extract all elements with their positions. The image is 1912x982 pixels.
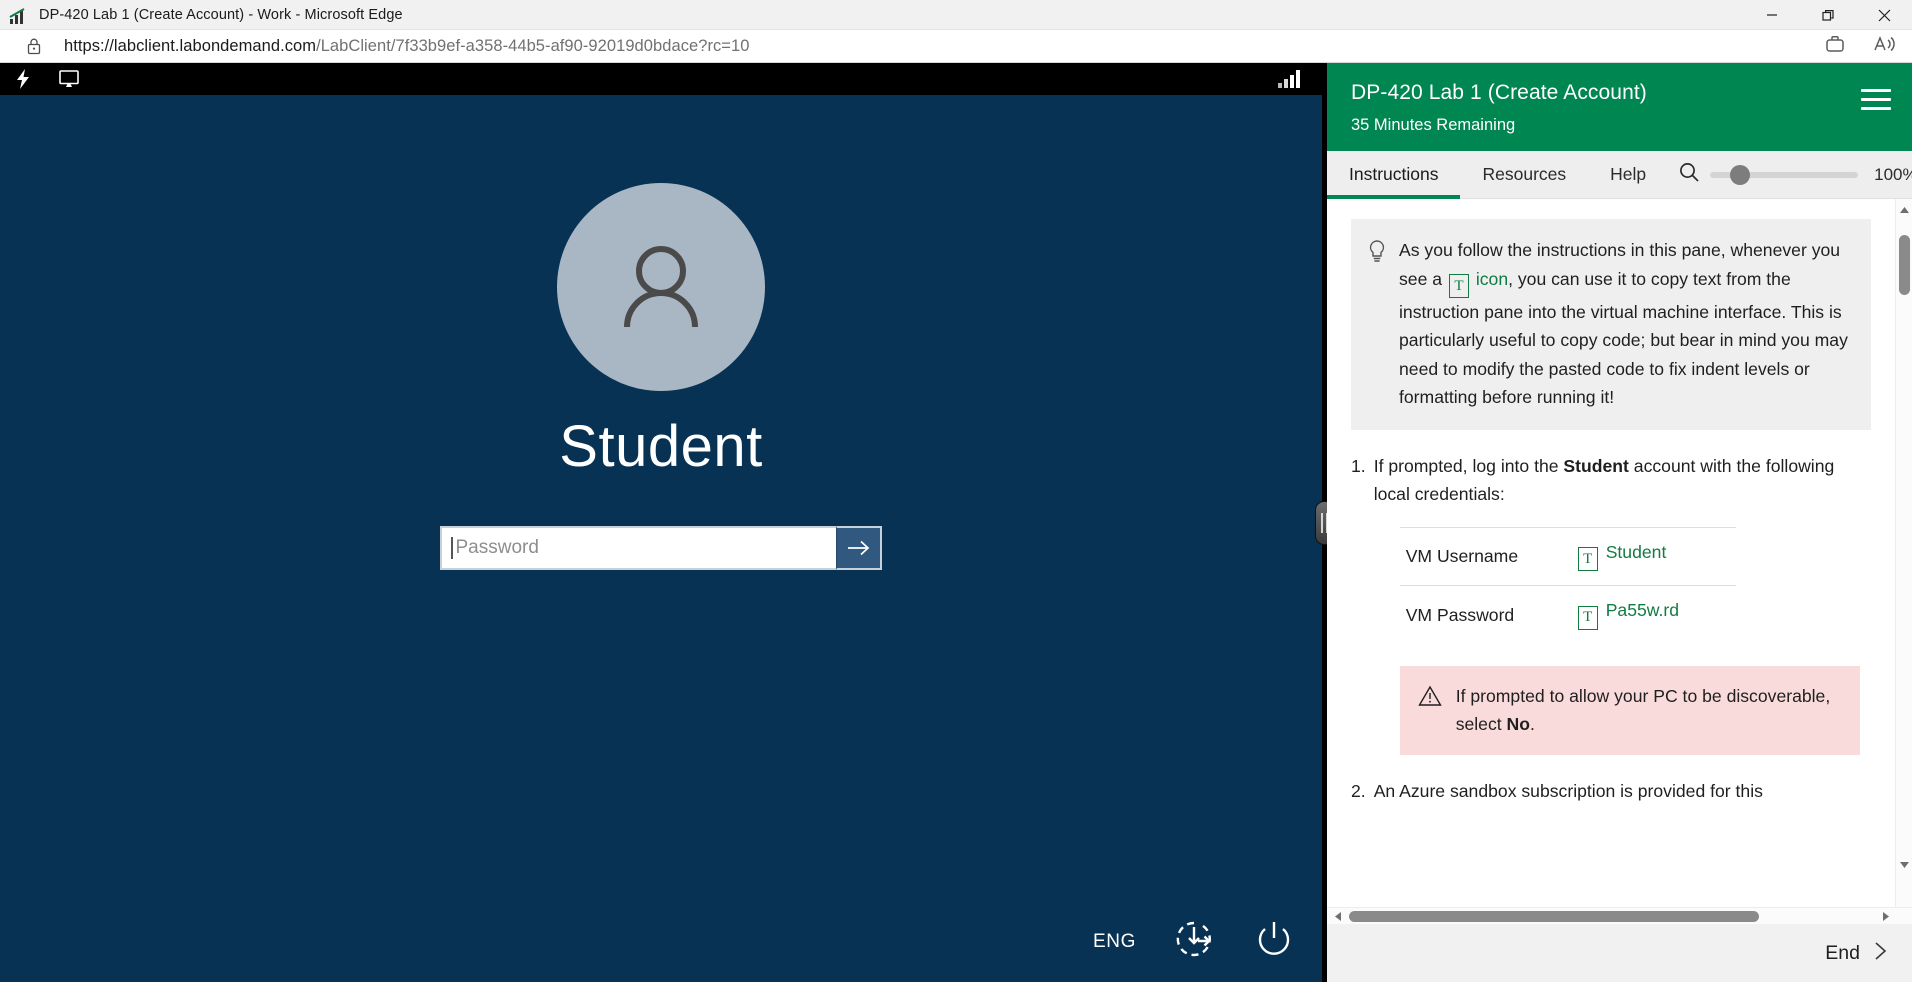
tab-help-label: Help: [1610, 164, 1647, 184]
scroll-right-arrow-icon[interactable]: [1877, 908, 1894, 925]
cred-value-username: T Student: [1569, 526, 1736, 586]
zoom-level-label: 100%: [1874, 164, 1912, 184]
app-icon: [7, 4, 29, 26]
chevron-right-icon[interactable]: [1872, 940, 1890, 967]
windows-lock-screen: Student Password ENG: [0, 95, 1322, 982]
lock-icon: [26, 37, 42, 55]
password-row: Password: [440, 526, 882, 570]
address-bar[interactable]: https://labclient.labondemand.com/LabCli…: [0, 30, 1912, 63]
lockscreen-bottom-bar: ENG: [1093, 915, 1296, 968]
user-avatar-icon: [557, 183, 765, 391]
scroll-left-arrow-icon[interactable]: [1329, 908, 1346, 925]
cred-value-password: T Pa55w.rd: [1569, 585, 1736, 644]
vm-toolbar: [0, 63, 1322, 95]
url-domain: https://labclient.labondemand.com: [64, 36, 317, 55]
window-controls: [1744, 0, 1912, 30]
arrow-right-icon: [847, 540, 869, 556]
scroll-up-arrow-icon[interactable]: [1896, 201, 1912, 218]
list-item: 2. An Azure sandbox subscription is prov…: [1351, 777, 1871, 806]
warn-bold: No: [1506, 714, 1530, 735]
warn-after: .: [1530, 714, 1535, 735]
magnifier-icon[interactable]: [1678, 161, 1700, 188]
step-number: 2.: [1351, 780, 1366, 801]
address-bar-actions: [1824, 30, 1898, 63]
tip-callout: As you follow the instructions in this p…: [1351, 219, 1871, 430]
lab-header: DP-420 Lab 1 (Create Account) 35 Minutes…: [1327, 63, 1912, 151]
lab-footer: End: [1327, 924, 1912, 982]
edge-browser-window: DP-420 Lab 1 (Create Account) - Work - M…: [0, 0, 1912, 982]
warning-text: If prompted to allow your PC to be disco…: [1456, 682, 1842, 739]
step-text: An Azure sandbox subscription is provide…: [1373, 780, 1763, 801]
tab-help[interactable]: Help: [1588, 151, 1668, 199]
lockscreen-username: Student: [559, 414, 763, 479]
window-title: DP-420 Lab 1 (Create Account) - Work - M…: [39, 6, 403, 23]
zoom-control-group: 100%: [1678, 161, 1912, 188]
close-button[interactable]: [1856, 0, 1912, 30]
language-indicator[interactable]: ENG: [1093, 931, 1136, 953]
instruction-step-list: 1. If prompted, log into the Student acc…: [1351, 452, 1871, 806]
tab-instructions-label: Instructions: [1349, 164, 1439, 184]
cred-password-text: Pa55w.rd: [1605, 600, 1680, 621]
credentials-table: VM Username T Student VM Password T Pa55w.…: [1399, 526, 1736, 644]
password-placeholder: Password: [455, 537, 539, 558]
power-icon[interactable]: [1252, 917, 1296, 966]
step-text: If prompted, log into the Student accoun…: [1374, 452, 1871, 509]
page-body: Student Password ENG DP-420 Lab 1 (Creat…: [0, 63, 1912, 982]
signal-strength-icon: [1278, 70, 1300, 88]
tab-instructions[interactable]: Instructions: [1327, 151, 1461, 199]
horizontal-scrollbar[interactable]: [1327, 907, 1912, 924]
step-body: An Azure sandbox subscription is provide…: [1374, 777, 1871, 806]
list-item: 1. If prompted, log into the Student acc…: [1351, 452, 1871, 755]
table-row: VM Password T Pa55w.rd: [1399, 585, 1736, 644]
lightning-bolt-icon[interactable]: [0, 63, 46, 95]
step-body: If prompted, log into the Student accoun…: [1374, 452, 1871, 755]
vertical-scrollbar[interactable]: [1895, 199, 1912, 907]
lab-tab-bar: Instructions Resources Help 100: [1327, 151, 1912, 199]
read-aloud-icon[interactable]: [1872, 33, 1898, 60]
virtual-machine-viewport[interactable]: Student Password ENG: [0, 63, 1322, 982]
warning-callout: If prompted to allow your PC to be disco…: [1399, 665, 1860, 755]
lightbulb-icon: [1367, 239, 1387, 270]
cred-username-text: Student: [1605, 541, 1667, 562]
password-submit-button[interactable]: [836, 526, 882, 570]
cred-key-password: VM Password: [1399, 585, 1570, 644]
restore-button[interactable]: [1800, 0, 1856, 30]
tip-part2: icon: [1470, 268, 1509, 289]
vertical-scrollbar-thumb[interactable]: [1899, 235, 1910, 295]
end-lab-button[interactable]: End: [1825, 942, 1860, 965]
lab-body: As you follow the instructions in this p…: [1327, 199, 1912, 907]
copy-text-icon[interactable]: T: [1577, 547, 1598, 572]
briefcase-icon[interactable]: [1824, 33, 1846, 60]
copy-text-icon[interactable]: T: [1448, 273, 1469, 298]
copy-text-icon[interactable]: T: [1577, 605, 1598, 630]
title-bar: DP-420 Lab 1 (Create Account) - Work - M…: [0, 0, 1912, 30]
lab-instruction-pane: DP-420 Lab 1 (Create Account) 35 Minutes…: [1327, 63, 1912, 982]
step-number: 1.: [1351, 455, 1366, 476]
zoom-slider[interactable]: [1710, 164, 1859, 185]
warning-triangle-icon: [1417, 685, 1442, 712]
lab-timer: 35 Minutes Remaining: [1351, 116, 1516, 134]
step1-bold: Student: [1563, 455, 1629, 476]
step1-before: If prompted, log into the: [1373, 455, 1564, 476]
lab-instructions-content: As you follow the instructions in this p…: [1327, 199, 1895, 907]
zoom-slider-thumb[interactable]: [1730, 164, 1751, 185]
url-path: /LabClient/7f33b9ef-a358-44b5-af90-92019…: [316, 36, 750, 55]
table-row: VM Username T Student: [1399, 526, 1736, 586]
monitor-icon[interactable]: [46, 63, 92, 95]
url-text[interactable]: https://labclient.labondemand.com/LabCli…: [64, 37, 749, 56]
cred-key-username: VM Username: [1399, 526, 1570, 586]
tip-text: As you follow the instructions in this p…: [1399, 236, 1853, 412]
tab-resources-label: Resources: [1482, 164, 1567, 184]
hamburger-menu-icon[interactable]: [1861, 89, 1891, 110]
text-caret: [451, 537, 453, 559]
minimize-button[interactable]: [1744, 0, 1800, 30]
password-input[interactable]: Password: [440, 526, 836, 570]
ease-of-access-icon[interactable]: [1170, 915, 1218, 968]
lab-title: DP-420 Lab 1 (Create Account): [1351, 81, 1647, 104]
horizontal-scrollbar-thumb[interactable]: [1349, 911, 1759, 922]
scroll-down-arrow-icon[interactable]: [1896, 856, 1912, 873]
tab-resources[interactable]: Resources: [1460, 151, 1588, 199]
